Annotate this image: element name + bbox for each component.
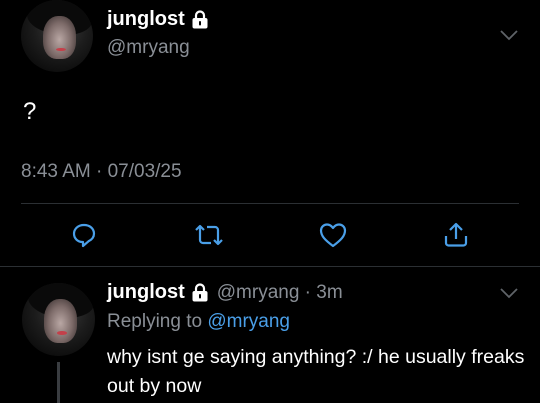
replying-prefix: Replying to (107, 311, 203, 332)
display-name[interactable]: junglost (107, 281, 185, 304)
reply-button[interactable] (69, 220, 99, 250)
avatar[interactable] (21, 0, 93, 72)
author-handle[interactable]: @mryang (107, 37, 190, 59)
retweet-button[interactable] (194, 220, 224, 250)
chevron-down-icon[interactable] (500, 287, 518, 299)
author-name-line[interactable]: junglost (107, 8, 209, 31)
reply-handle-time: @mryang · 3m (216, 281, 343, 303)
divider (0, 266, 540, 267)
replying-to-line: Replying to @mryang (107, 311, 290, 333)
reply-icon (72, 223, 96, 248)
reply-text: why isnt ge saying anything? :/ he usual… (107, 346, 525, 397)
heart-icon (319, 223, 347, 248)
display-name[interactable]: junglost (107, 8, 185, 31)
tweet-timestamp[interactable]: 8:43 AM · 07/03/25 (21, 161, 182, 183)
thread-connector-line (57, 362, 60, 403)
avatar[interactable] (22, 283, 95, 356)
like-button[interactable] (318, 220, 348, 250)
lock-icon (192, 283, 208, 302)
divider (21, 203, 519, 204)
chevron-down-icon[interactable] (500, 29, 518, 41)
share-icon (444, 222, 468, 247)
tweet-detail-view: junglost @mryang ? 8:43 AM · 07/03/25 ju… (0, 0, 540, 403)
lock-icon (192, 10, 208, 29)
reply-author-line[interactable]: junglost @mryang · 3m (107, 281, 343, 304)
tweet-text: ? (23, 98, 37, 125)
retweet-icon (195, 224, 223, 246)
share-button[interactable] (441, 220, 471, 250)
reply-mention-link[interactable]: @mryang (207, 311, 290, 332)
